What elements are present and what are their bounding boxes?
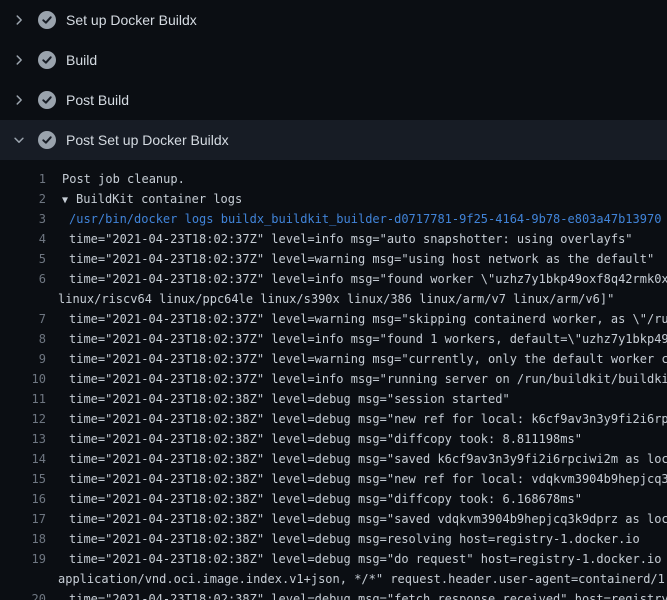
log-line-number[interactable]: 10 — [0, 369, 46, 389]
log-line: 2▼ BuildKit container logs — [0, 189, 667, 209]
log-line-text: linux/riscv64 linux/ppc64le linux/s390x … — [46, 289, 614, 309]
check-circle-icon — [38, 91, 56, 109]
log-line: 18time="2021-04-23T18:02:38Z" level=debu… — [0, 529, 667, 549]
log-line-number[interactable]: 6 — [0, 269, 46, 289]
log-line-number[interactable]: 1 — [0, 169, 46, 189]
log-line-continuation: application/vnd.oci.image.index.v1+json,… — [0, 569, 667, 589]
step-row[interactable]: Set up Docker Buildx — [0, 0, 667, 40]
log-line: 14time="2021-04-23T18:02:38Z" level=debu… — [0, 449, 667, 469]
log-line: 16time="2021-04-23T18:02:38Z" level=debu… — [0, 489, 667, 509]
log-line-text: time="2021-04-23T18:02:38Z" level=debug … — [46, 449, 667, 469]
log-line-text: time="2021-04-23T18:02:38Z" level=debug … — [46, 589, 667, 600]
log-line-number[interactable]: 12 — [0, 409, 46, 429]
step-label: Post Set up Docker Buildx — [66, 132, 229, 148]
log-area: 1Post job cleanup.2▼ BuildKit container … — [0, 160, 667, 600]
group-title[interactable]: BuildKit container logs — [76, 192, 242, 206]
log-line-number[interactable]: 8 — [0, 329, 46, 349]
step-label: Post Build — [66, 92, 129, 108]
log-line-number[interactable]: 11 — [0, 389, 46, 409]
log-line-text: time="2021-04-23T18:02:38Z" level=debug … — [46, 469, 667, 489]
step-label: Set up Docker Buildx — [66, 12, 197, 28]
log-line-number[interactable]: 19 — [0, 549, 46, 569]
log-line: 3/usr/bin/docker logs buildx_buildkit_bu… — [0, 209, 667, 229]
log-line-number[interactable]: 13 — [0, 429, 46, 449]
step-row[interactable]: Build — [0, 40, 667, 80]
step-label: Build — [66, 52, 97, 68]
log-line-text: Post job cleanup. — [46, 169, 185, 189]
log-line-text: time="2021-04-23T18:02:38Z" level=debug … — [46, 489, 582, 509]
log-line: 15time="2021-04-23T18:02:38Z" level=debu… — [0, 469, 667, 489]
log-line-number[interactable]: 18 — [0, 529, 46, 549]
log-line: 11time="2021-04-23T18:02:38Z" level=debu… — [0, 389, 667, 409]
log-line-number[interactable]: 5 — [0, 249, 46, 269]
log-line-text: time="2021-04-23T18:02:38Z" level=debug … — [46, 429, 582, 449]
log-line-number[interactable]: 20 — [0, 589, 46, 600]
log-command-text: /usr/bin/docker logs buildx_buildkit_bui… — [46, 209, 661, 229]
log-line: 9time="2021-04-23T18:02:37Z" level=warni… — [0, 349, 667, 369]
log-line: 4time="2021-04-23T18:02:37Z" level=info … — [0, 229, 667, 249]
log-line-number[interactable]: 17 — [0, 509, 46, 529]
chevron-down-icon[interactable] — [12, 132, 26, 148]
chevron-right-icon[interactable] — [12, 92, 26, 108]
log-line: 1Post job cleanup. — [0, 169, 667, 189]
log-line-number[interactable]: 4 — [0, 229, 46, 249]
log-line-number — [0, 569, 46, 589]
log-line-number[interactable]: 3 — [0, 209, 46, 229]
log-line-text: time="2021-04-23T18:02:37Z" level=warnin… — [46, 249, 654, 269]
group-collapse-icon[interactable]: ▼ — [62, 191, 74, 209]
steps-list: Set up Docker Buildx Build Post Build Post … — [0, 0, 667, 160]
log-line-text: time="2021-04-23T18:02:38Z" level=debug … — [46, 409, 667, 429]
log-line: 5time="2021-04-23T18:02:37Z" level=warni… — [0, 249, 667, 269]
log-line-text: time="2021-04-23T18:02:37Z" level=info m… — [46, 369, 667, 389]
log-line-number[interactable]: 7 — [0, 309, 46, 329]
log-line-text: ▼ BuildKit container logs — [46, 189, 242, 209]
check-circle-icon — [38, 131, 56, 149]
log-line-number[interactable]: 2 — [0, 189, 46, 209]
log-line: 8time="2021-04-23T18:02:37Z" level=info … — [0, 329, 667, 349]
step-row[interactable]: Post Set up Docker Buildx — [0, 120, 667, 160]
log-line-text: time="2021-04-23T18:02:37Z" level=info m… — [46, 329, 667, 349]
log-line: 7time="2021-04-23T18:02:37Z" level=warni… — [0, 309, 667, 329]
log-line: 17time="2021-04-23T18:02:38Z" level=debu… — [0, 509, 667, 529]
log-line: 19time="2021-04-23T18:02:38Z" level=debu… — [0, 549, 667, 569]
log-line-text: time="2021-04-23T18:02:38Z" level=debug … — [46, 549, 667, 569]
log-line: 20time="2021-04-23T18:02:38Z" level=debu… — [0, 589, 667, 600]
chevron-right-icon[interactable] — [12, 52, 26, 68]
log-line-text: time="2021-04-23T18:02:37Z" level=warnin… — [46, 349, 667, 369]
log-line-number[interactable]: 9 — [0, 349, 46, 369]
check-circle-icon — [38, 11, 56, 29]
log-line-continuation: linux/riscv64 linux/ppc64le linux/s390x … — [0, 289, 667, 309]
chevron-right-icon[interactable] — [12, 12, 26, 28]
log-line-number[interactable]: 15 — [0, 469, 46, 489]
log-line-text: application/vnd.oci.image.index.v1+json,… — [46, 569, 667, 589]
log-line-text: time="2021-04-23T18:02:37Z" level=info m… — [46, 229, 633, 249]
log-line-text: time="2021-04-23T18:02:38Z" level=debug … — [46, 509, 667, 529]
check-circle-icon — [38, 51, 56, 69]
log-line-number — [0, 289, 46, 309]
log-line-text: time="2021-04-23T18:02:37Z" level=warnin… — [46, 309, 667, 329]
log-line-text: time="2021-04-23T18:02:37Z" level=info m… — [46, 269, 667, 289]
log-line-text: time="2021-04-23T18:02:38Z" level=debug … — [46, 529, 640, 549]
log-line: 12time="2021-04-23T18:02:38Z" level=debu… — [0, 409, 667, 429]
log-line: 13time="2021-04-23T18:02:38Z" level=debu… — [0, 429, 667, 449]
log-line-number[interactable]: 14 — [0, 449, 46, 469]
log-line: 6time="2021-04-23T18:02:37Z" level=info … — [0, 269, 667, 289]
log-line: 10time="2021-04-23T18:02:37Z" level=info… — [0, 369, 667, 389]
log-line-number[interactable]: 16 — [0, 489, 46, 509]
step-row[interactable]: Post Build — [0, 80, 667, 120]
log-line-text: time="2021-04-23T18:02:38Z" level=debug … — [46, 389, 510, 409]
